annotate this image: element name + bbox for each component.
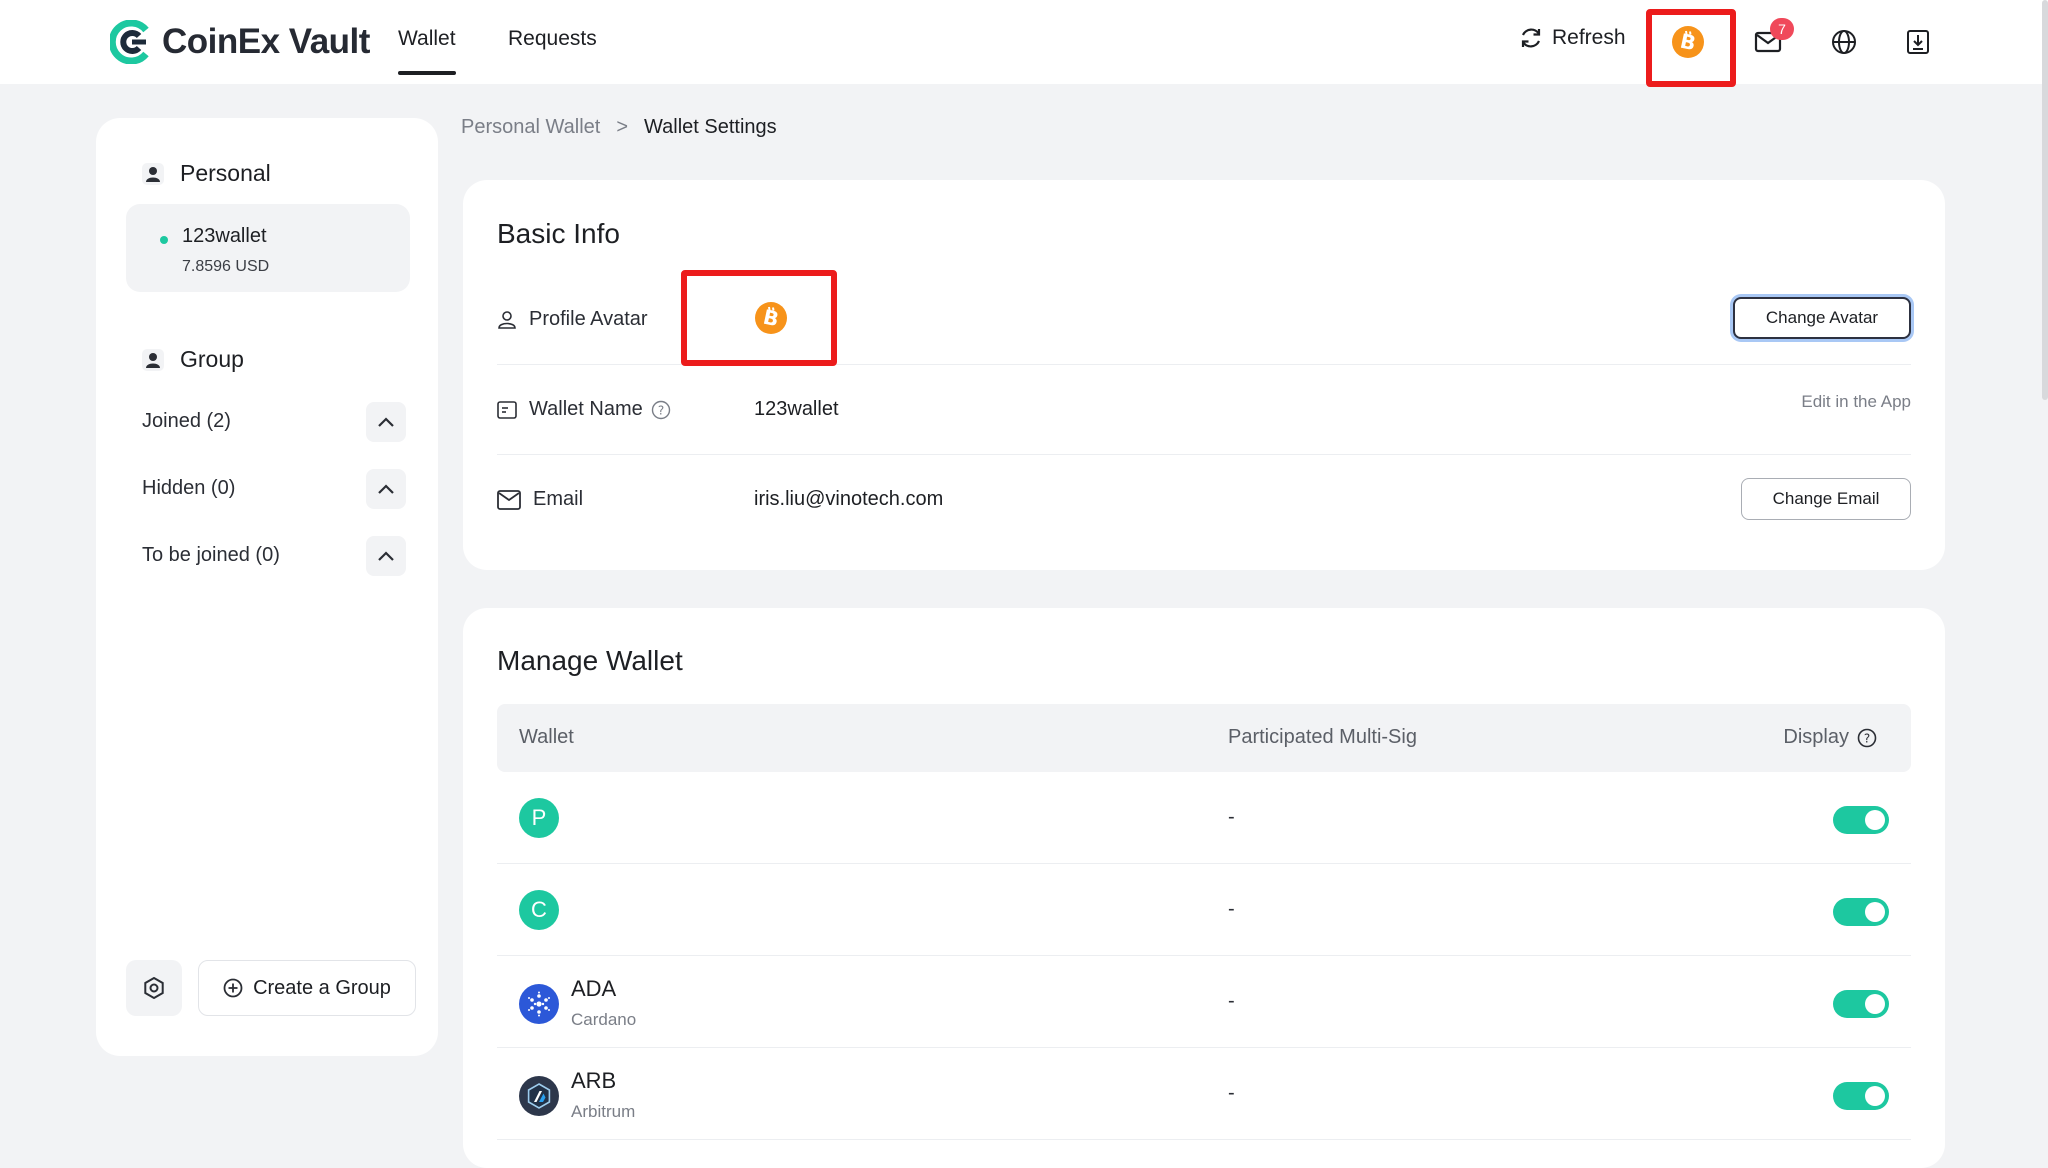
card-icon <box>497 400 517 419</box>
edit-in-app-link[interactable]: Edit in the App <box>1801 392 1911 412</box>
mail-button[interactable]: 7 <box>1748 18 1794 62</box>
basic-info-card: Basic Info Profile Avatar B Change Avata… <box>463 180 1945 570</box>
table-row: ARB Arbitrum - <box>497 1048 1911 1140</box>
coinex-logo-icon <box>110 20 149 64</box>
download-icon <box>1907 30 1929 54</box>
create-group-label: Create a Group <box>253 976 391 999</box>
chevron-up-icon[interactable] <box>366 536 406 576</box>
user-icon <box>142 162 164 185</box>
mail-outline-icon <box>497 489 521 510</box>
wallet-name-row: Wallet Name ? 123wallet Edit in the App <box>497 365 1911 455</box>
table-row: C - <box>497 864 1911 956</box>
mail-count-badge: 7 <box>1770 18 1794 40</box>
group-joined-row[interactable]: Joined (2) <box>142 402 406 442</box>
bitcoin-avatar-icon: B <box>1672 26 1704 58</box>
bitcoin-avatar-icon: B <box>755 302 787 334</box>
sidebar: Personal 123wallet 7.8596 USD Group Join… <box>96 118 438 1056</box>
wallet-balance: 7.8596 USD <box>182 258 270 275</box>
breadcrumb: Personal Wallet > Wallet Settings <box>461 116 777 139</box>
wallet-name: 123wallet <box>182 225 267 247</box>
multisig-value: - <box>1228 1082 1235 1104</box>
col-wallet: Wallet <box>519 726 574 748</box>
refresh-icon <box>1521 28 1541 48</box>
personal-wallet-item[interactable]: 123wallet 7.8596 USD <box>126 204 410 292</box>
coin-symbol: ARB <box>571 1068 617 1093</box>
display-toggle[interactable] <box>1833 1082 1889 1110</box>
arbitrum-icon <box>519 1076 559 1116</box>
manage-wallet-card: Manage Wallet Wallet Participated Multi-… <box>463 608 1945 1168</box>
wallet-table-header: Wallet Participated Multi-Sig Display ? <box>497 704 1911 772</box>
wallet-p-icon: P <box>519 798 559 838</box>
breadcrumb-current: Wallet Settings <box>644 116 777 138</box>
personal-label: Personal <box>180 160 271 186</box>
coin-symbol: ADA <box>571 976 617 1001</box>
top-header: CoinEx Vault Wallet Requests Refresh B 7 <box>0 0 2048 87</box>
group-section-title: Group <box>142 346 244 373</box>
language-button[interactable] <box>1824 22 1864 62</box>
download-button[interactable] <box>1898 22 1938 62</box>
person-outline-icon <box>498 310 516 329</box>
wallet-name-value: 123wallet <box>754 398 839 420</box>
svg-text:?: ? <box>658 403 664 417</box>
help-icon[interactable]: ? <box>1857 728 1877 748</box>
basic-info-title: Basic Info <box>497 218 620 249</box>
tab-requests[interactable]: Requests <box>508 27 597 51</box>
tab-wallet[interactable]: Wallet <box>398 27 456 75</box>
coin-network: Cardano <box>571 1010 637 1029</box>
cardano-icon <box>519 984 559 1024</box>
change-avatar-button[interactable]: Change Avatar <box>1733 297 1911 339</box>
multisig-value: - <box>1228 806 1235 828</box>
profile-avatar-label: Profile Avatar <box>497 308 648 331</box>
toggle-knob <box>1865 902 1885 922</box>
help-icon[interactable]: ? <box>651 400 671 420</box>
email-row: Email iris.liu@vinotech.com Change Email <box>497 455 1911 545</box>
change-email-button[interactable]: Change Email <box>1741 478 1911 520</box>
email-value: iris.liu@vinotech.com <box>754 488 944 510</box>
coin-network: Arbitrum <box>571 1102 636 1121</box>
col-display: Display ? <box>1783 726 1877 749</box>
refresh-label: Refresh <box>1552 26 1626 49</box>
globe-icon <box>1832 30 1856 54</box>
gear-icon <box>144 977 164 999</box>
group-to-be-joined-row[interactable]: To be joined (0) <box>142 536 406 576</box>
scrollbar[interactable] <box>2042 0 2048 400</box>
email-label: Email <box>497 488 583 511</box>
display-toggle[interactable] <box>1833 898 1889 926</box>
chevron-up-icon[interactable] <box>366 402 406 442</box>
settings-button[interactable] <box>126 960 182 1016</box>
profile-avatar-row: Profile Avatar B Change Avatar <box>497 270 1911 366</box>
group-label: Group <box>180 346 244 372</box>
active-dot <box>160 236 168 244</box>
breadcrumb-separator: > <box>616 116 629 138</box>
toggle-knob <box>1865 994 1885 1014</box>
table-row: P - <box>497 772 1911 864</box>
toggle-knob <box>1865 810 1885 830</box>
toggle-knob <box>1865 1086 1885 1106</box>
multisig-value: - <box>1228 898 1235 920</box>
personal-section-title: Personal <box>142 160 271 187</box>
avatar-button[interactable]: B <box>1668 22 1708 62</box>
logo[interactable]: CoinEx Vault <box>110 20 370 64</box>
display-toggle[interactable] <box>1833 990 1889 1018</box>
table-row: ADA Cardano - <box>497 956 1911 1048</box>
wallet-name-label: Wallet Name ? <box>497 398 671 421</box>
col-multisig: Participated Multi-Sig <box>1228 726 1417 748</box>
display-toggle[interactable] <box>1833 806 1889 834</box>
multisig-value: - <box>1228 990 1235 1012</box>
svg-text:?: ? <box>1864 731 1870 745</box>
manage-wallet-title: Manage Wallet <box>497 645 683 676</box>
app-name: CoinEx Vault <box>162 22 370 61</box>
plus-circle-icon <box>223 978 243 998</box>
group-to-be-joined-label: To be joined (0) <box>142 544 280 566</box>
group-joined-label: Joined (2) <box>142 410 231 432</box>
group-hidden-label: Hidden (0) <box>142 477 236 499</box>
chevron-up-icon[interactable] <box>366 469 406 509</box>
wallet-c-icon: C <box>519 890 559 930</box>
group-user-icon <box>142 348 164 371</box>
refresh-button[interactable]: Refresh <box>1518 25 1626 51</box>
create-group-button[interactable]: Create a Group <box>198 960 416 1016</box>
group-hidden-row[interactable]: Hidden (0) <box>142 469 406 509</box>
breadcrumb-personal-wallet[interactable]: Personal Wallet <box>461 116 600 139</box>
